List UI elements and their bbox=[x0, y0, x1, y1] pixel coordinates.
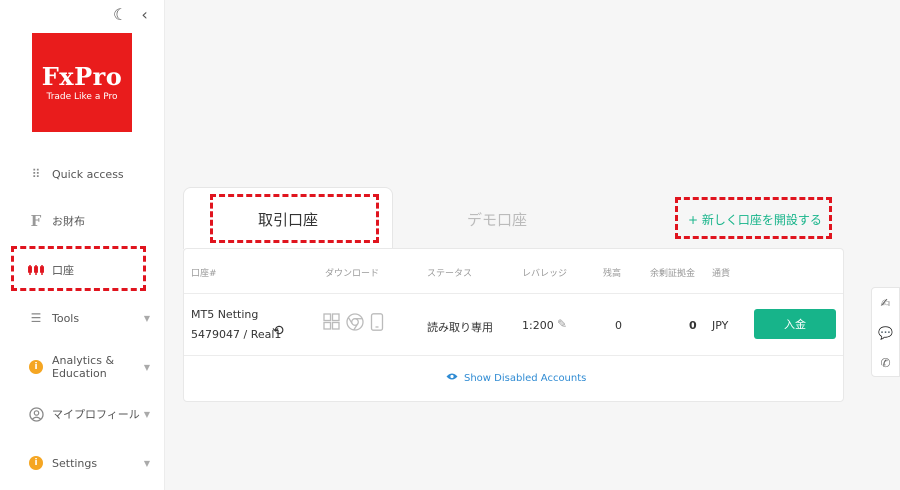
windows-icon[interactable] bbox=[323, 313, 340, 335]
info-icon: i bbox=[28, 455, 44, 471]
right-floating-toolbar: ✍ 💬 ✆ bbox=[871, 287, 900, 377]
moon-icon[interactable]: ☾ bbox=[113, 5, 127, 24]
fxpro-logo[interactable]: FxPro Trade Like a Pro bbox=[32, 33, 132, 132]
info-icon: i bbox=[28, 359, 44, 375]
eye-icon bbox=[446, 372, 458, 384]
sidebar-item-label: Settings bbox=[52, 456, 98, 470]
sidebar-item-label: Analytics & Education bbox=[52, 354, 115, 380]
collapse-chevron-icon[interactable]: ‹ bbox=[141, 5, 147, 24]
account-settings-icon[interactable]: ⟲ bbox=[272, 323, 284, 339]
sidebar-item-label: Tools bbox=[52, 311, 80, 325]
chevron-down-icon: ▼ bbox=[143, 409, 150, 419]
col-header-leverage: レバレッジ bbox=[522, 269, 568, 279]
wallet-f-icon: F bbox=[30, 212, 42, 230]
sliders-icon: ☰ bbox=[30, 311, 42, 325]
deposit-button[interactable]: 入金 bbox=[754, 309, 836, 339]
row-divider bbox=[184, 355, 843, 356]
user-circle-icon bbox=[28, 406, 44, 422]
tab-demo-accounts[interactable]: デモ口座 bbox=[467, 209, 527, 230]
edit-pencil-icon[interactable]: ✎ bbox=[557, 317, 567, 331]
sidebar-item-settings[interactable]: i Settings ▼ bbox=[28, 455, 152, 471]
feedback-edit-icon[interactable]: ✍ bbox=[872, 288, 899, 318]
highlight-open-account bbox=[675, 197, 832, 239]
highlight-real-tab bbox=[210, 194, 379, 243]
show-disabled-label: Show Disabled Accounts bbox=[464, 372, 587, 384]
sidebar: ☾ ‹ FxPro Trade Like a Pro ⠿ Quick acces… bbox=[0, 0, 165, 490]
account-type: MT5 Netting bbox=[191, 308, 259, 321]
chevron-down-icon: ▼ bbox=[143, 458, 150, 468]
sidebar-item-quick-access[interactable]: ⠿ Quick access bbox=[28, 166, 152, 182]
highlight-accounts-menu bbox=[11, 246, 146, 291]
phone-icon[interactable]: ✆ bbox=[872, 348, 899, 378]
download-icons bbox=[323, 313, 384, 335]
account-leverage: 1:200 bbox=[522, 319, 554, 332]
grid-icon: ⠿ bbox=[31, 167, 41, 181]
account-id: 5479047 / Real1 bbox=[191, 328, 282, 341]
chevron-down-icon: ▼ bbox=[143, 362, 150, 372]
sidebar-item-wallet[interactable]: F お財布 bbox=[28, 212, 152, 230]
col-header-balance: 残高 bbox=[603, 269, 622, 279]
col-header-free-margin: 余剰証拠金 bbox=[650, 269, 696, 279]
account-free-margin: 0 bbox=[689, 319, 697, 332]
account-currency: JPY bbox=[712, 319, 729, 332]
col-header-download: ダウンロード bbox=[325, 269, 380, 279]
col-header-currency: 通貨 bbox=[712, 269, 731, 279]
header-divider bbox=[184, 293, 843, 294]
account-status: 読み取り専用 bbox=[427, 321, 493, 334]
col-header-status: ステータス bbox=[427, 269, 473, 279]
sidebar-item-label: お財布 bbox=[52, 215, 85, 228]
sidebar-top-controls: ☾ ‹ bbox=[113, 5, 148, 24]
logo-brand: FxPro bbox=[41, 62, 123, 91]
sidebar-item-tools[interactable]: ☰ Tools ▼ bbox=[28, 310, 152, 326]
logo-tagline: Trade Like a Pro bbox=[46, 92, 118, 102]
chevron-down-icon: ▼ bbox=[143, 313, 150, 323]
sidebar-item-my-profile[interactable]: マイプロフィール ▼ bbox=[28, 406, 152, 422]
show-disabled-accounts-link[interactable]: Show Disabled Accounts bbox=[446, 372, 586, 384]
chrome-icon[interactable] bbox=[346, 313, 364, 335]
col-header-account: 口座# bbox=[191, 269, 217, 279]
sidebar-item-analytics[interactable]: i Analytics & Education ▼ bbox=[28, 354, 152, 380]
chat-icon[interactable]: 💬 bbox=[872, 318, 899, 348]
sidebar-item-label: Quick access bbox=[52, 167, 124, 181]
sidebar-item-label: マイプロフィール bbox=[52, 408, 140, 421]
mobile-icon[interactable] bbox=[370, 313, 384, 335]
account-balance: 0 bbox=[615, 319, 622, 332]
